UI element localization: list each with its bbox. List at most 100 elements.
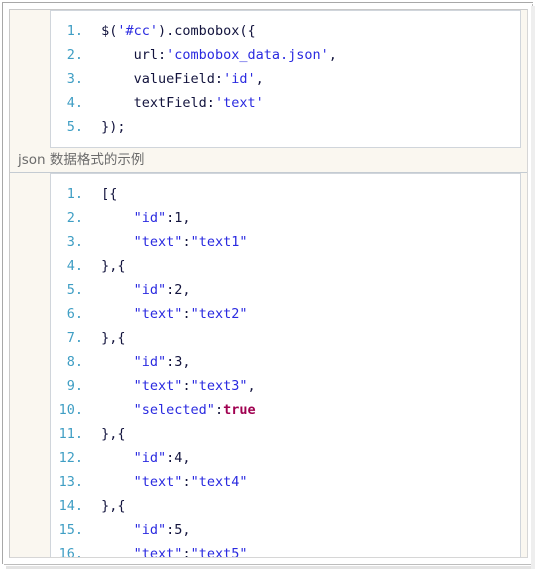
code-line: 5. "id":2, [51,278,520,302]
line-number-gap [85,278,101,302]
code-line: 2. "id":1, [51,206,520,230]
code-line-text: "text":"text4" [101,470,520,494]
code-block-top-padding [51,11,520,19]
line-number: 9. [66,378,83,394]
code-token-str: "text" [133,546,183,558]
line-number-gap [85,470,101,494]
code-token-plain: : [182,474,191,490]
line-number-gap [85,43,101,67]
code-line: 5. }); [51,115,520,139]
line-number-gap [85,446,101,470]
code-line: 1. $('#cc').combobox({ [51,19,520,43]
code-token-plain: :4, [166,450,191,466]
code-token-plain: },{ [101,330,126,346]
code-token-plain: : [182,234,191,250]
line-number: 5. [66,282,83,298]
code-line-text: "text":"text2" [101,302,520,326]
code-sample-panel: 1. $('#cc').combobox({2. url:'combobox_d… [9,9,528,558]
code-token-plain: : [182,306,191,322]
line-number: 15. [58,522,83,538]
code-token-str: 'combobox_data.json' [166,47,329,63]
code-line-text: "selected":true [101,398,520,422]
line-number: 3. [66,71,83,87]
line-number-gap [85,518,101,542]
code-token-plain: : [182,546,191,558]
line-number-gap [85,19,101,43]
code-token-str: "id" [133,354,167,370]
code-block-top-padding [51,174,520,182]
code-token-str: "text4" [190,474,248,490]
code-line: 1. [{ [51,182,520,206]
code-line-text: },{ [101,254,520,278]
line-number: 1. [66,186,83,202]
window-frame-right-shadow [531,6,535,569]
code-token-plain: valueField: [101,71,224,87]
line-number: 8. [66,354,83,370]
code-line: 14. },{ [51,494,520,518]
line-number-gap [85,326,101,350]
code-line-text: },{ [101,494,520,518]
line-number: 1. [66,23,83,39]
code-line: 15. "id":5, [51,518,520,542]
code-block-combobox-init[interactable]: 1. $('#cc').combobox({2. url:'combobox_d… [50,10,521,148]
code-line-text: valueField:'id', [101,67,520,91]
code-token-plain: , [328,47,337,63]
code-line: 9. "text":"text3", [51,374,520,398]
line-number: 2. [66,210,83,226]
line-number-gap [85,350,101,374]
line-number-gap [85,494,101,518]
code-token-str: "text1" [190,234,248,250]
line-number: 5. [66,119,83,135]
code-line-text: },{ [101,326,520,350]
code-token-str: '#cc' [117,23,159,39]
code-token-plain: , [247,378,256,394]
code-token-plain: },{ [101,258,126,274]
code-token-str: "id" [133,450,167,466]
line-number-gap [85,67,101,91]
code-token-plain: $( [101,23,118,39]
line-number: 4. [66,258,83,274]
code-token-plain: ).combobox({ [158,23,256,39]
line-number: 2. [66,47,83,63]
page-root: 1. $('#cc').combobox({2. url:'combobox_d… [0,0,535,572]
code-token-plain: },{ [101,426,126,442]
code-line-text: "text":"text3", [101,374,520,398]
caption-divider [10,172,527,173]
code-line: 10. "selected":true [51,398,520,422]
code-line: 4. textField:'text' [51,91,520,115]
code-line: 3. "text":"text1" [51,230,520,254]
code-line: 3. valueField:'id', [51,67,520,91]
line-number: 12. [58,450,83,466]
line-number-gap [85,398,101,422]
code-line-text: "id":1, [101,206,520,230]
code-line: 11. },{ [51,422,520,446]
code-token-str: "id" [133,522,167,538]
window-frame-bottom-rule [4,564,535,565]
code-token-plain: , [255,71,264,87]
line-number: 3. [66,234,83,250]
line-number: 14. [58,498,83,514]
code-token-str: "text3" [190,378,248,394]
code-line: 2. url:'combobox_data.json', [51,43,520,67]
code-line: 12. "id":4, [51,446,520,470]
code-token-str: "text" [133,474,183,490]
line-number-gap [85,182,101,206]
code-line-text: "id":4, [101,446,520,470]
code-token-plain: :3, [166,354,191,370]
line-number: 10. [58,402,83,418]
code-line-text: "id":5, [101,518,520,542]
code-line-text: "text":"text5" [101,542,520,558]
code-line: 6. "text":"text2" [51,302,520,326]
code-token-str: "text2" [190,306,248,322]
code-block-combobox-data-json[interactable]: 1. [{2. "id":1, 3. "text":"text1" 4. },{5.… [50,173,521,558]
code-line-text: }); [101,115,520,139]
